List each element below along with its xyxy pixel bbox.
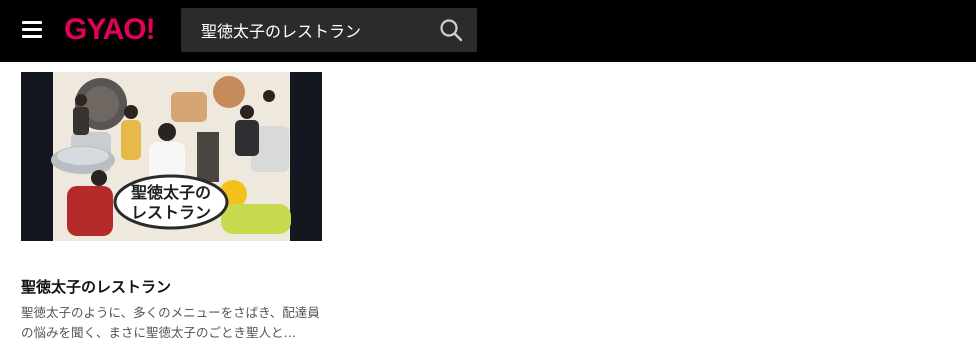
program-title[interactable]: 聖徳太子のレストラン: [21, 277, 322, 297]
hamburger-menu-icon[interactable]: [22, 21, 42, 39]
search-box: [181, 8, 477, 52]
program-description: 聖徳太子のように、多くのメニューをさばき、配達員の悩みを聞く、まさに聖徳太子のご…: [21, 305, 320, 340]
search-input[interactable]: [181, 8, 431, 52]
result-card[interactable]: 聖徳太子の レストラン 聖徳太子のレストラン 聖徳太子のように、多くのメニューを…: [21, 72, 322, 343]
program-thumbnail[interactable]: 聖徳太子の レストラン: [21, 72, 322, 241]
thumbnail-title-line1: 聖徳太子の: [131, 183, 211, 202]
top-navigation-bar: GYAO!: [0, 0, 976, 62]
gyao-logo[interactable]: GYAO!: [64, 11, 156, 49]
thumbnail-title-line2: レストラン: [131, 203, 211, 222]
search-icon[interactable]: [439, 18, 463, 42]
